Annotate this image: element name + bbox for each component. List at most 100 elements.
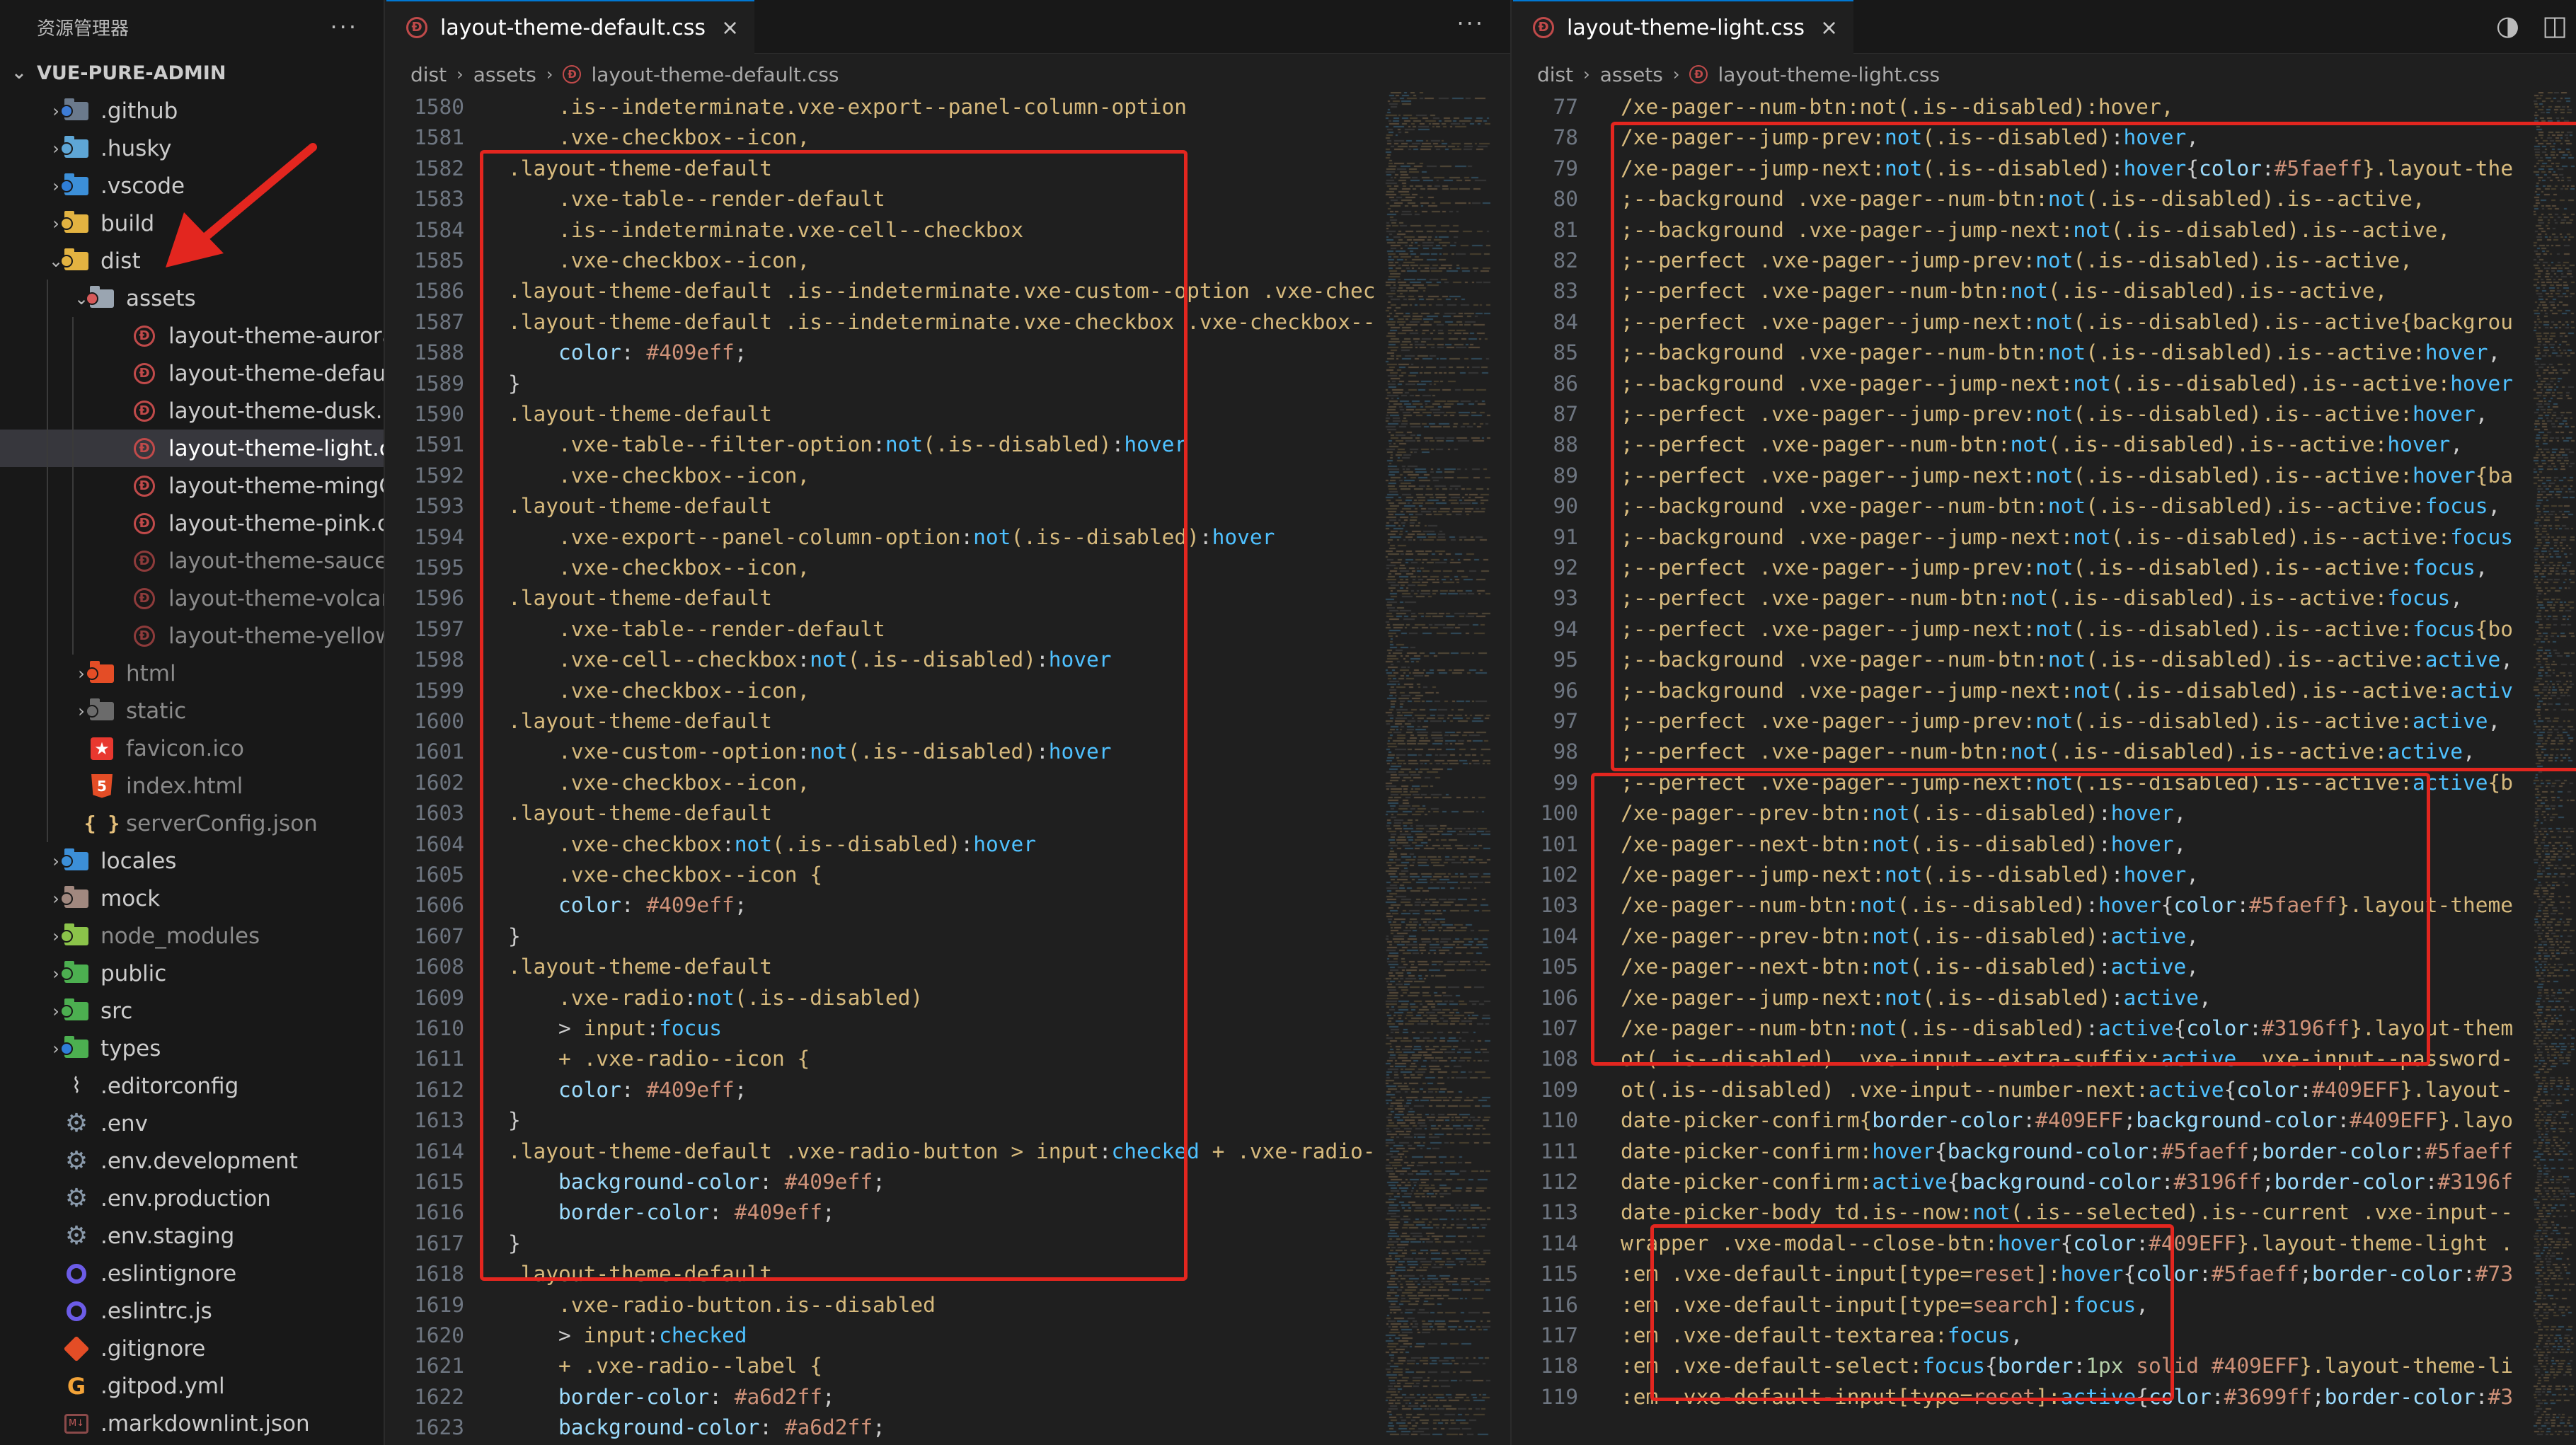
- line-number: 80: [1553, 187, 1578, 212]
- code-token: #409EFF: [2350, 1108, 2438, 1133]
- tree-item[interactable]: .eslintrc.js: [0, 1292, 384, 1330]
- code-token: #5faeff: [2425, 1139, 2514, 1163]
- breadcrumb-item[interactable]: dist: [1537, 63, 1573, 86]
- code-token: :: [1098, 1139, 1112, 1163]
- css-file-icon: Ð: [130, 322, 159, 350]
- line-number: 114: [1540, 1231, 1578, 1255]
- code-token: .vxe-input--password-: [2236, 1047, 2514, 1071]
- code-token: (.is--disabled).is--active:: [2086, 494, 2425, 519]
- code-area[interactable]: 77/xe-pager--num-btn:not(.is--disabled):…: [1513, 92, 2576, 1445]
- split-editor-icon[interactable]: ◫: [2542, 10, 2568, 41]
- css-file-icon: Ð: [130, 434, 159, 463]
- tree-item[interactable]: Ðlayout-theme-saucePu...: [0, 542, 384, 580]
- gear-icon: ⚙: [62, 1146, 91, 1175]
- code-token: hover: [2110, 831, 2174, 856]
- code-line: 102/xe-pager--jump-next:not(.is--disable…: [1513, 860, 2576, 890]
- annotation-arrow: [166, 143, 317, 267]
- compare-icon[interactable]: ◑: [2496, 10, 2519, 41]
- tab-layout-theme-light[interactable]: Ð layout-theme-light.css ×: [1513, 0, 1854, 54]
- breadcrumb-item[interactable]: assets: [473, 63, 536, 86]
- code-token: active: [2123, 985, 2200, 1010]
- code-line: 1614 .layout-theme-default .vxe-radio-but…: [386, 1136, 1510, 1167]
- code-token: not: [2073, 524, 2111, 549]
- line-number: 1584: [413, 217, 464, 242]
- code-token: ;: [734, 893, 747, 918]
- code-area[interactable]: 1580 .is--indeterminate.vxe-export--pane…: [386, 92, 1510, 1445]
- tree-item[interactable]: G .gitpod.yml: [0, 1367, 384, 1405]
- code-token: :: [2299, 1077, 2312, 1102]
- tree-item[interactable]: Ðlayout-theme-pink.css: [0, 505, 384, 542]
- more-actions-icon[interactable]: ···: [330, 13, 358, 40]
- line-number: 1610: [413, 1016, 464, 1040]
- project-root[interactable]: ⌄ VUE-PURE-ADMIN: [0, 54, 384, 92]
- tree-item[interactable]: 5 index.html: [0, 767, 384, 805]
- minimap[interactable]: [2532, 92, 2575, 1437]
- tree-item[interactable]: ⚙ .env.staging: [0, 1217, 384, 1255]
- tree-item[interactable]: { } serverConfig.json: [0, 805, 384, 842]
- code-token: .layout-theme-default: [508, 709, 772, 733]
- minimap[interactable]: [1384, 92, 1490, 1437]
- tree-item[interactable]: › html: [0, 655, 384, 692]
- code-line: 110 date-picker-confirm{border-color:#409…: [1513, 1105, 2576, 1136]
- code-token: :: [797, 739, 810, 764]
- breadcrumb-item[interactable]: layout-theme-light.css: [1718, 63, 1940, 86]
- editor-group-left: Ð layout-theme-default.css × ··· dist › …: [386, 0, 1512, 1445]
- tree-item[interactable]: ★ favicon.ico: [0, 730, 384, 767]
- breadcrumb-item[interactable]: layout-theme-default.css: [591, 63, 839, 86]
- code-token: not: [1884, 125, 1923, 150]
- css-file-icon-glyph: Ð: [134, 437, 155, 459]
- more-actions-icon[interactable]: ···: [1456, 10, 1485, 37]
- tree-item[interactable]: Ðlayout-theme-light.css: [0, 430, 384, 467]
- tree-item[interactable]: Ðlayout-theme-volcano....: [0, 580, 384, 617]
- breadcrumb-item[interactable]: dist: [410, 63, 447, 86]
- tree-item[interactable]: ⚙ .env: [0, 1105, 384, 1142]
- code-token: (.is--disabled).is--active:: [2073, 555, 2413, 580]
- tree-item[interactable]: › public: [0, 955, 384, 992]
- tree-item[interactable]: Ðlayout-theme-default.c...: [0, 355, 384, 392]
- tree-item[interactable]: Ðlayout-theme-auroraGr...: [0, 317, 384, 355]
- tree-item[interactable]: Ðlayout-theme-mingQin...: [0, 467, 384, 505]
- chevron-right-icon: ›: [1583, 64, 1590, 84]
- code-token: focus: [2073, 1292, 2137, 1317]
- tree-item[interactable]: Ðlayout-theme-dusk.css: [0, 392, 384, 430]
- tree-item[interactable]: Ðlayout-theme-yellow.css: [0, 617, 384, 655]
- code-token: ,: [2186, 863, 2200, 887]
- code-text: .layout-theme-default .is--indeterminate…: [508, 276, 1375, 306]
- code-token: ,: [2186, 923, 2200, 948]
- code-text: ;--background .vxe-pager--jump-next:not(…: [1621, 215, 2450, 246]
- tree-item[interactable]: › src: [0, 992, 384, 1030]
- code-token: }: [508, 923, 521, 948]
- tree-item[interactable]: › static: [0, 692, 384, 730]
- tab-layout-theme-default[interactable]: Ð layout-theme-default.css ×: [386, 0, 755, 54]
- line-number: 1595: [413, 555, 464, 580]
- tree-item-label: layout-theme-saucePu...: [168, 548, 384, 574]
- tab-label: layout-theme-light.css: [1567, 15, 1805, 40]
- code-line: 99 ;--perfect .vxe-pager--jump-next:not(.…: [1513, 768, 2576, 798]
- tree-item[interactable]: › node_modules: [0, 917, 384, 955]
- tree-item[interactable]: ⌇ .editorconfig: [0, 1067, 384, 1105]
- tree-item[interactable]: › mock: [0, 880, 384, 917]
- indent-guide: [47, 580, 48, 617]
- tree-item[interactable]: › .github: [0, 92, 384, 129]
- code-text: color: #409eff;: [508, 1075, 747, 1105]
- close-icon[interactable]: ×: [1820, 16, 1838, 40]
- close-icon[interactable]: ×: [721, 16, 739, 40]
- tree-item[interactable]: .eslintignore: [0, 1255, 384, 1292]
- tree-item[interactable]: › types: [0, 1030, 384, 1067]
- code-token: hover: [1212, 524, 1275, 549]
- tree-item[interactable]: ⚙ .env.production: [0, 1180, 384, 1217]
- breadcrumb-item[interactable]: assets: [1600, 63, 1663, 86]
- css-file-icon-glyph: Ð: [134, 587, 155, 609]
- indent-guide: [72, 430, 74, 467]
- tree-item[interactable]: M↓ .markdownlint.json: [0, 1405, 384, 1442]
- code-token: (.is--disabled): [1922, 985, 2111, 1010]
- code-line: 95 ;--background .vxe-pager--num-btn:not(…: [1513, 645, 2576, 675]
- tree-item[interactable]: ⚙ .env.development: [0, 1142, 384, 1180]
- gitpod-icon-glyph: G: [67, 1372, 86, 1400]
- tree-item[interactable]: ⌄ assets: [0, 280, 384, 317]
- code-token: not: [696, 985, 735, 1010]
- tree-item[interactable]: › locales: [0, 842, 384, 880]
- tree-item[interactable]: .gitignore: [0, 1330, 384, 1367]
- code-token: :: [2023, 1108, 2036, 1133]
